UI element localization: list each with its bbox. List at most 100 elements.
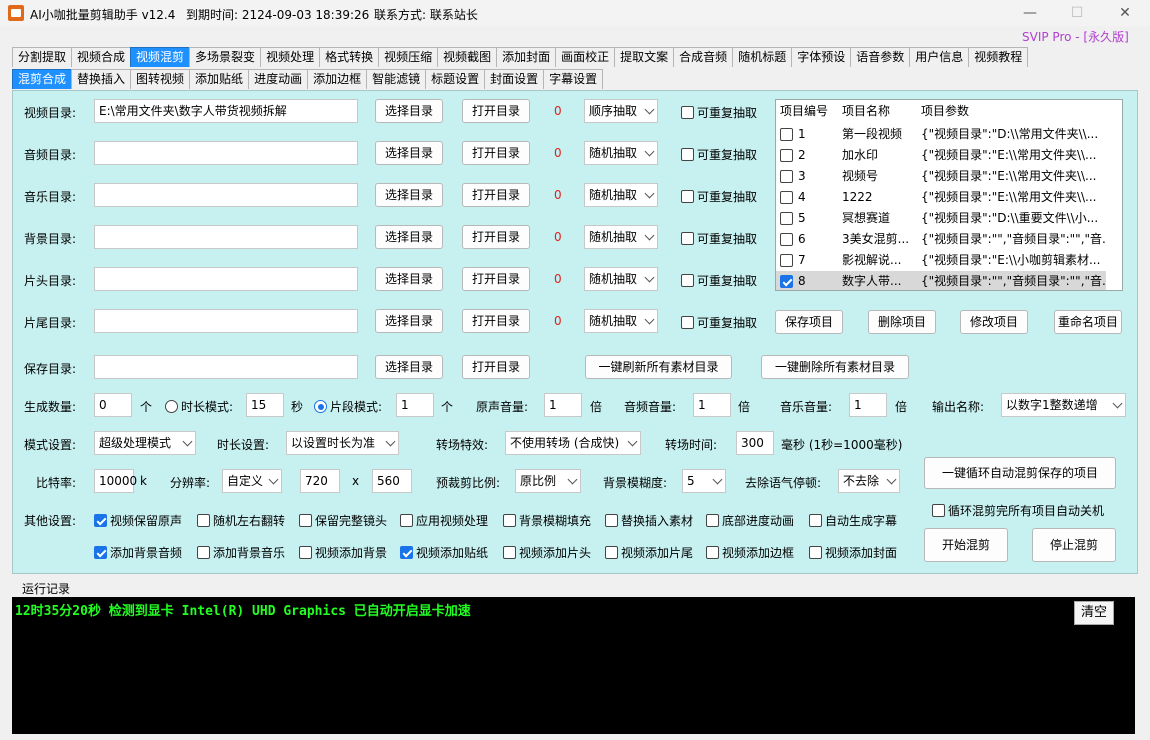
repeat-extract-box[interactable] [681, 274, 694, 287]
extract-mode-select[interactable]: 随机抽取 [584, 225, 658, 249]
open-dir-button[interactable]: 打开目录 [462, 267, 530, 291]
subtab-6[interactable]: 添加边框 [307, 69, 368, 89]
dir-path-input[interactable] [94, 309, 358, 333]
choose-dir-button[interactable]: 选择目录 [375, 141, 443, 165]
project-row[interactable]: 3 视频号 {"视频目录":"E:\\常用文件夹\\... [776, 166, 1106, 187]
segment-mode-radio[interactable]: 片段模式: [314, 398, 382, 415]
duration-mode-radio[interactable]: 时长模式: [165, 398, 233, 415]
subtab-3[interactable]: 图转视频 [130, 69, 191, 89]
repeat-extract-box[interactable] [681, 148, 694, 161]
option-checkbox[interactable]: 视频添加背景 [299, 544, 387, 561]
dir-path-input[interactable] [94, 225, 358, 249]
project-checkbox[interactable] [780, 233, 793, 246]
music-volume-input[interactable]: 1 [849, 393, 887, 417]
save-project-button[interactable]: 保存项目 [775, 310, 843, 334]
project-checkbox[interactable] [780, 212, 793, 225]
tab-9[interactable]: 添加封面 [496, 47, 557, 67]
tab-5[interactable]: 视频处理 [260, 47, 321, 67]
option-checkbox[interactable]: 视频添加片头 [503, 544, 591, 561]
project-row[interactable]: 6 3美女混剪... {"视频目录":"","音频目录":"","音... [776, 229, 1106, 250]
transition-time-input[interactable]: 300 [736, 431, 774, 455]
silence-select[interactable]: 不去除 [838, 469, 900, 493]
start-button[interactable]: 开始混剪 [924, 528, 1008, 562]
option-checkbox[interactable]: 底部进度动画 [706, 512, 794, 529]
project-checkbox[interactable] [780, 191, 793, 204]
project-row[interactable]: 2 加水印 {"视频目录":"E:\\常用文件夹\\... [776, 145, 1106, 166]
audio-volume-input[interactable]: 1 [693, 393, 731, 417]
repeat-extract-box[interactable] [681, 106, 694, 119]
subtab-8[interactable]: 标题设置 [425, 69, 486, 89]
project-row[interactable]: 5 冥想赛道 {"视频目录":"D:\\重要文件\\小... [776, 208, 1106, 229]
segment-mode-radio-dot[interactable] [314, 400, 327, 413]
option-checkbox[interactable]: 视频添加边框 [706, 544, 794, 561]
modify-project-button[interactable]: 修改项目 [960, 310, 1028, 334]
duration-input[interactable]: 15 [246, 393, 284, 417]
bitrate-input[interactable]: 10000 [94, 469, 137, 493]
option-box[interactable] [809, 514, 822, 527]
repeat-extract-box[interactable] [681, 316, 694, 329]
subtab-1[interactable]: 混剪合成 [12, 69, 73, 89]
option-box[interactable] [197, 514, 210, 527]
choose-dir-button[interactable]: 选择目录 [375, 309, 443, 333]
repeat-extract-checkbox[interactable]: 可重复抽取 [681, 188, 757, 205]
subtab-4[interactable]: 添加贴纸 [189, 69, 250, 89]
tab-6[interactable]: 格式转换 [319, 47, 380, 67]
orig-volume-input[interactable]: 1 [544, 393, 582, 417]
delete-all-dirs-button[interactable]: 一键删除所有素材目录 [761, 355, 909, 379]
extract-mode-select[interactable]: 随机抽取 [584, 141, 658, 165]
option-box[interactable] [503, 546, 516, 559]
extract-mode-select[interactable]: 随机抽取 [584, 183, 658, 207]
mode-select[interactable]: 超级处理模式 [94, 431, 196, 455]
tab-7[interactable]: 视频压缩 [378, 47, 439, 67]
project-checkbox[interactable] [780, 254, 793, 267]
delete-project-button[interactable]: 删除项目 [868, 310, 936, 334]
stop-button[interactable]: 停止混剪 [1032, 528, 1116, 562]
tab-13[interactable]: 随机标题 [732, 47, 793, 67]
tab-17[interactable]: 视频教程 [968, 47, 1029, 67]
crop-select[interactable]: 原比例 [515, 469, 581, 493]
option-checkbox[interactable]: 视频添加片尾 [605, 544, 693, 561]
option-box[interactable] [299, 546, 312, 559]
tab-2[interactable]: 视频合成 [71, 47, 132, 67]
repeat-extract-box[interactable] [681, 190, 694, 203]
option-checkbox[interactable]: 视频添加贴纸 [400, 544, 488, 561]
minimize-icon[interactable]: — [1010, 3, 1050, 23]
project-row[interactable]: 1 第一段视频 {"视频目录":"D:\\常用文件夹\\... [776, 124, 1106, 145]
duration-setting-select[interactable]: 以设置时长为准 [286, 431, 399, 455]
transition-select[interactable]: 不使用转场 (合成快) [505, 431, 641, 455]
choose-dir-button[interactable]: 选择目录 [375, 267, 443, 291]
gen-count-input[interactable]: 0 [94, 393, 132, 417]
dir-path-input[interactable] [94, 267, 358, 291]
repeat-extract-checkbox[interactable]: 可重复抽取 [681, 230, 757, 247]
open-dir-button[interactable]: 打开目录 [462, 225, 530, 249]
width-input[interactable]: 720 [300, 469, 340, 493]
dir-path-input[interactable] [94, 141, 358, 165]
project-checkbox[interactable] [780, 275, 793, 288]
open-dir-button[interactable]: 打开目录 [462, 183, 530, 207]
option-checkbox[interactable]: 视频添加封面 [809, 544, 897, 561]
repeat-extract-checkbox[interactable]: 可重复抽取 [681, 104, 757, 121]
blur-select[interactable]: 5 [682, 469, 726, 493]
option-box[interactable] [605, 546, 618, 559]
option-checkbox[interactable]: 视频保留原声 [94, 512, 182, 529]
save-dir-choose-button[interactable]: 选择目录 [375, 355, 443, 379]
tab-8[interactable]: 视频截图 [437, 47, 498, 67]
option-checkbox[interactable]: 应用视频处理 [400, 512, 488, 529]
option-box[interactable] [503, 514, 516, 527]
subtab-9[interactable]: 封面设置 [484, 69, 545, 89]
open-dir-button[interactable]: 打开目录 [462, 309, 530, 333]
clear-log-button[interactable]: 清空 [1074, 601, 1114, 625]
option-box[interactable] [299, 514, 312, 527]
choose-dir-button[interactable]: 选择目录 [375, 183, 443, 207]
tab-4[interactable]: 多场景裂变 [189, 47, 262, 67]
project-checkbox[interactable] [780, 149, 793, 162]
duration-mode-radio-dot[interactable] [165, 400, 178, 413]
dir-path-input[interactable]: E:\常用文件夹\数字人带货视频拆解 [94, 99, 358, 123]
save-dir-open-button[interactable]: 打开目录 [462, 355, 530, 379]
repeat-extract-checkbox[interactable]: 可重复抽取 [681, 314, 757, 331]
save-dir-input[interactable] [94, 355, 358, 379]
option-checkbox[interactable]: 添加背景音乐 [197, 544, 285, 561]
option-checkbox[interactable]: 背景模糊填充 [503, 512, 591, 529]
choose-dir-button[interactable]: 选择目录 [375, 99, 443, 123]
option-box[interactable] [94, 514, 107, 527]
